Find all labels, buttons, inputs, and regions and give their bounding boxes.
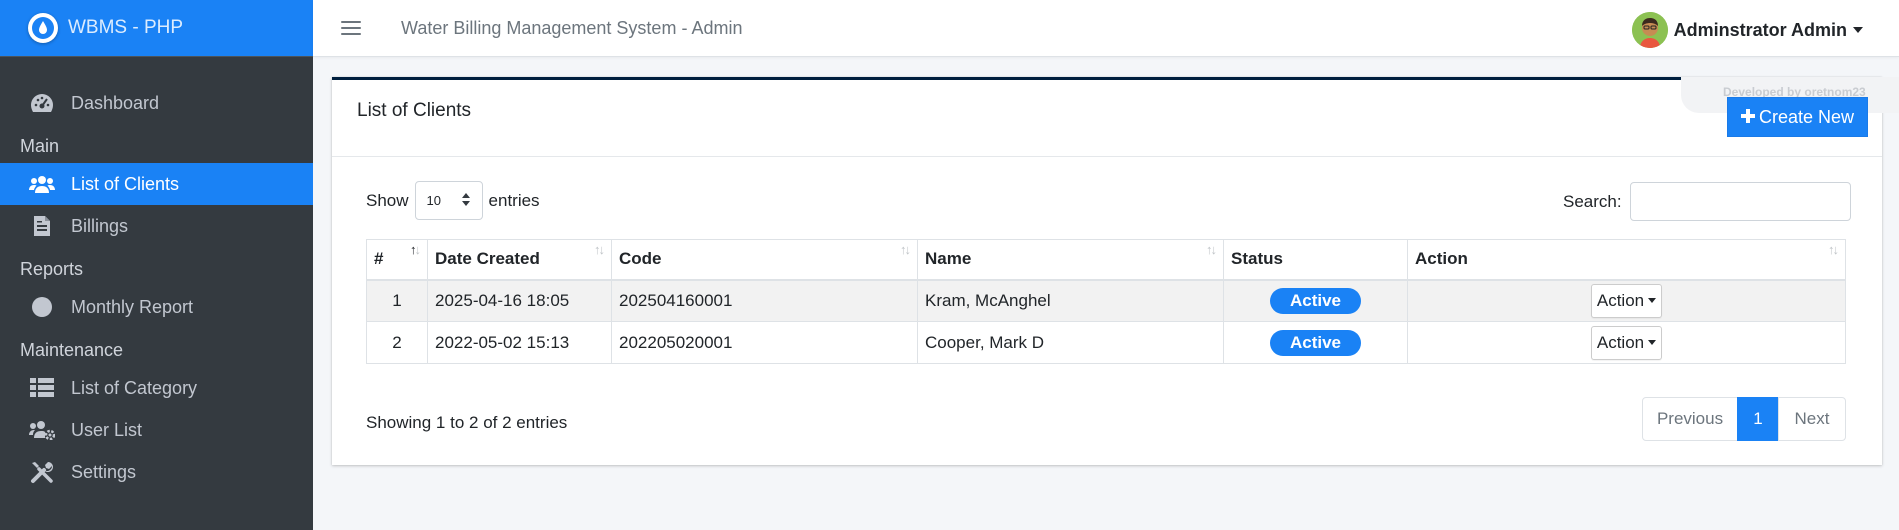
brand[interactable]: WBMS - PHP: [0, 0, 313, 57]
tachometer-icon: [29, 91, 55, 115]
user-name: Adminstrator Admin: [1673, 19, 1847, 40]
tools-icon: [29, 460, 55, 484]
status-badge: Active: [1269, 329, 1362, 356]
sidebar: WBMS - PHP Dashboard Main List of Client…: [0, 0, 313, 530]
row-name: Kram, McAnghel: [917, 279, 1224, 322]
sidebar-item-dashboard[interactable]: Dashboard: [0, 82, 313, 124]
row-number: 2: [366, 321, 428, 364]
column-header-number[interactable]: # ↑↓: [366, 239, 428, 281]
row-code: 202205020001: [611, 321, 918, 364]
water-drop-logo-icon: [28, 13, 58, 43]
search-label: Search:: [1563, 191, 1622, 211]
sidebar-item-list-of-category[interactable]: List of Category: [0, 367, 313, 409]
caret-down-icon: [1648, 298, 1657, 304]
column-header-name[interactable]: Name ↑↓: [917, 239, 1224, 281]
sidebar-item-label: List of Clients: [71, 173, 180, 194]
action-label: Action: [1596, 290, 1645, 310]
sidebar-header-main: Main: [20, 136, 60, 156]
row-number: 1: [366, 279, 428, 322]
sidebar-header-maintenance: Maintenance: [20, 340, 124, 360]
sidebar-item-user-list[interactable]: User List: [0, 409, 313, 451]
row-action: Action: [1407, 279, 1846, 322]
sidebar-item-billings[interactable]: Billings: [0, 205, 313, 247]
topbar: Water Billing Management System - Admin …: [313, 0, 1899, 57]
column-header-status[interactable]: Status: [1223, 239, 1408, 281]
clients-card: List of Clients Developed by oretnom23 C…: [332, 77, 1899, 465]
create-new-label: Create New: [1758, 106, 1855, 127]
sort-icon: ↑↓: [594, 242, 605, 257]
file-invoice-icon: [29, 214, 55, 238]
pagination: Previous 1 Next: [1642, 397, 1846, 441]
page-length-select[interactable]: 10: [414, 181, 483, 220]
clients-table: # ↑↓ Date Created ↑↓ Code ↑↓ Name ↑↓ Status …: [366, 239, 1846, 364]
sidebar-item-label: User List: [71, 419, 143, 440]
sidebar-header-reports: Reports: [20, 259, 84, 279]
sidebar-item-label: Settings: [71, 461, 137, 482]
table-row: 1 2025-04-16 18:05 202504160001 Kram, Mc…: [366, 279, 1846, 322]
user-menu[interactable]: Adminstrator Admin: [1631, 12, 1863, 48]
action-dropdown-button[interactable]: Action: [1590, 283, 1663, 318]
users-icon: [29, 172, 55, 196]
column-header-action[interactable]: Action ↑↓: [1407, 239, 1846, 281]
row-action: Action: [1407, 321, 1846, 364]
app-title: Water Billing Management System - Admin: [401, 17, 743, 38]
sidebar-item-label: List of Category: [71, 377, 198, 398]
next-page-button[interactable]: Next: [1778, 397, 1846, 441]
sidebar-item-label: Billings: [71, 215, 129, 236]
caret-down-icon: [1648, 340, 1657, 345]
plus-icon: [1740, 107, 1755, 128]
row-code: 202504160001: [611, 279, 918, 322]
hamburger-menu-icon[interactable]: [341, 21, 361, 35]
select-arrows-icon: [461, 193, 470, 206]
sidebar-item-list-of-clients[interactable]: List of Clients: [0, 163, 313, 205]
action-label: Action: [1596, 332, 1645, 352]
sort-icon: ↑↓: [1828, 242, 1839, 257]
table-search: Search:: [1563, 182, 1851, 221]
create-new-button[interactable]: Create New: [1727, 97, 1868, 137]
status-badge: Active: [1269, 287, 1362, 314]
sort-icon: ↑↓: [900, 242, 911, 257]
column-header-date-created[interactable]: Date Created ↑↓: [427, 239, 612, 281]
card-title: List of Clients: [357, 100, 472, 121]
sidebar-item-label: Dashboard: [71, 92, 160, 113]
page-length-value: 10: [426, 193, 441, 208]
page-length-control: Show 10 entries: [366, 181, 540, 220]
show-label: Show: [366, 190, 409, 210]
table-row: 2 2022-05-02 15:13 202205020001 Cooper, …: [366, 321, 1846, 364]
row-name: Cooper, Mark D: [917, 321, 1224, 364]
search-input[interactable]: [1629, 182, 1851, 221]
sidebar-item-settings[interactable]: Settings: [0, 451, 313, 493]
table-list-icon: [29, 376, 55, 400]
row-status: Active: [1223, 279, 1408, 322]
sidebar-item-monthly-report[interactable]: Monthly Report: [0, 286, 313, 328]
brand-name: WBMS - PHP: [68, 17, 184, 38]
chevron-down-icon: [1853, 27, 1863, 33]
table-info: Showing 1 to 2 of 2 entries: [366, 413, 568, 432]
sidebar-nav: Dashboard Main List of Clients Billings …: [0, 57, 313, 493]
row-date-created: 2022-05-02 15:13: [427, 321, 612, 364]
previous-page-button[interactable]: Previous: [1642, 397, 1738, 441]
card-header: List of Clients Developed by oretnom23 C…: [332, 77, 1899, 157]
users-cog-icon: [29, 418, 55, 442]
sort-icon: ↑↓: [1206, 242, 1217, 257]
row-status: Active: [1223, 321, 1408, 364]
action-dropdown-button[interactable]: Action: [1590, 325, 1663, 360]
sidebar-item-label: Monthly Report: [71, 296, 194, 317]
table-header-row: # ↑↓ Date Created ↑↓ Code ↑↓ Name ↑↓ Status …: [366, 239, 1846, 281]
circle-icon: [29, 295, 55, 319]
sort-asc-icon: ↑↓: [410, 242, 421, 257]
row-date-created: 2025-04-16 18:05: [427, 279, 612, 322]
avatar: [1631, 12, 1668, 48]
entries-label: entries: [488, 190, 540, 210]
page-1-button[interactable]: 1: [1737, 397, 1779, 441]
column-header-code[interactable]: Code ↑↓: [611, 239, 918, 281]
